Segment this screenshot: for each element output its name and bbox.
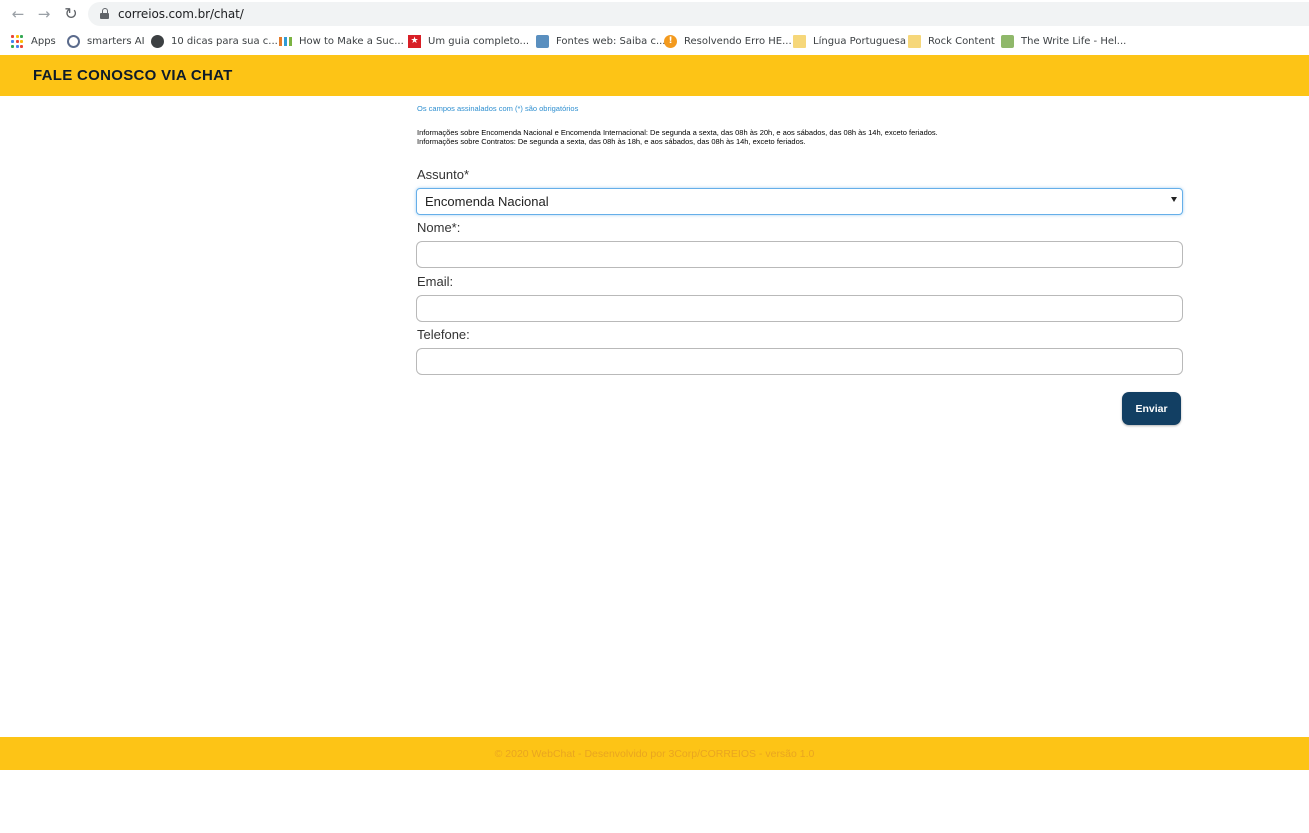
folder-icon — [908, 35, 921, 48]
bookmark-um-guia[interactable]: ★ Um guia completo... — [408, 33, 529, 50]
info-national-hours: Informações sobre Encomenda Nacional e E… — [417, 128, 938, 137]
footer-copyright: © 2020 WebChat - Desenvolvido por 3Corp/… — [494, 748, 815, 760]
bookmark-label: Língua Portuguesa — [813, 36, 907, 47]
url-text[interactable]: correios.com.br/chat/ — [118, 7, 244, 21]
browser-toolbar: ← → ↻ correios.com.br/chat/ — [0, 0, 1309, 28]
reload-icon[interactable]: ↻ — [62, 4, 80, 23]
back-arrow-icon[interactable]: ← — [9, 5, 27, 23]
bookmark-label: Rock Content — [928, 36, 995, 47]
fontes-icon — [536, 35, 549, 48]
folder-icon — [793, 35, 806, 48]
info-contracts-hours: Informações sobre Contratos: De segunda … — [417, 137, 806, 146]
subject-selected-value: Encomenda Nacional — [425, 194, 549, 209]
bookmark-label: smarters AI — [87, 36, 145, 47]
lock-icon[interactable] — [100, 8, 109, 19]
bookmark-label: The Write Life - Hel... — [1021, 36, 1127, 47]
writelife-icon — [1001, 35, 1014, 48]
subject-select[interactable]: Encomenda Nacional — [416, 188, 1183, 215]
page-footer: © 2020 WebChat - Desenvolvido por 3Corp/… — [0, 737, 1309, 770]
bookmark-the-write-life[interactable]: The Write Life - Hel... — [1001, 33, 1126, 50]
apps-grid-icon — [11, 35, 24, 48]
bookmark-how-to-make[interactable]: How to Make a Suc... — [279, 33, 404, 50]
dropdown-arrow-icon — [1171, 197, 1177, 202]
bookmark-label: Resolvendo Erro HE... — [684, 36, 792, 47]
phone-label: Telefone: — [417, 327, 470, 342]
star-red-icon: ★ — [408, 35, 421, 48]
bookmark-label: Um guia completo... — [428, 36, 530, 47]
warning-orange-icon: ! — [664, 35, 677, 48]
bookmark-label: How to Make a Suc... — [299, 36, 404, 47]
bars-icon — [279, 37, 292, 46]
bookmark-rock-content[interactable]: Rock Content — [908, 33, 995, 50]
name-label: Nome*: — [417, 220, 461, 235]
bookmark-label: Apps — [31, 36, 56, 47]
send-button[interactable]: Enviar — [1122, 392, 1181, 425]
bookmark-apps[interactable]: Apps — [11, 33, 56, 50]
globe-icon — [151, 35, 164, 48]
page-title: FALE CONOSCO VIA CHAT — [33, 67, 233, 84]
bookmark-lingua-portuguesa[interactable]: Língua Portuguesa — [793, 33, 906, 50]
forward-arrow-icon[interactable]: → — [35, 5, 53, 23]
bookmark-10-dicas[interactable]: 10 dicas para sua c... — [151, 33, 278, 50]
required-fields-note: Os campos assinalados com (*) são obriga… — [417, 104, 579, 113]
email-input[interactable] — [416, 295, 1183, 322]
email-label: Email: — [417, 274, 454, 289]
smarters-icon — [67, 35, 80, 48]
page-header: FALE CONOSCO VIA CHAT — [0, 55, 1309, 96]
phone-input[interactable] — [416, 348, 1183, 375]
subject-label: Assunto* — [417, 167, 470, 182]
bookmarks-bar: Apps smarters AI 10 dicas para sua c... … — [0, 28, 1309, 55]
name-input[interactable] — [416, 241, 1183, 268]
bookmark-resolvendo-erro[interactable]: ! Resolvendo Erro HE... — [664, 33, 792, 50]
address-bar[interactable]: correios.com.br/chat/ — [88, 2, 1309, 26]
bookmark-label: 10 dicas para sua c... — [171, 36, 278, 47]
bookmark-smarters[interactable]: smarters AI — [67, 33, 145, 50]
bookmark-fontes-web[interactable]: Fontes web: Saiba c... — [536, 33, 665, 50]
bookmark-label: Fontes web: Saiba c... — [556, 36, 666, 47]
